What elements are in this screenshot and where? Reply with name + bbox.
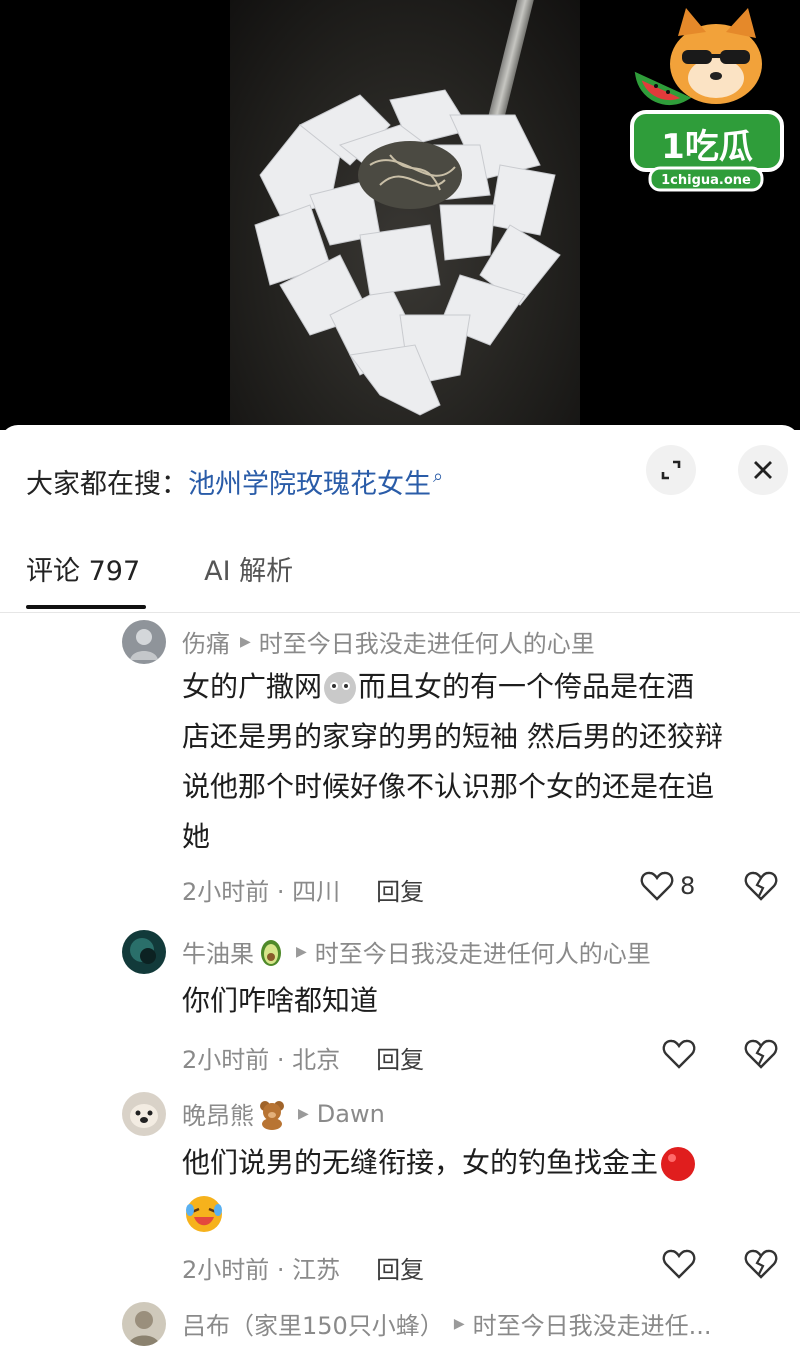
reply-arrow-icon: ▶ [240, 633, 251, 650]
avatar[interactable] [122, 1302, 166, 1346]
logo-site: 1chigua.one [661, 173, 751, 188]
comment-text-line: 店还是男的家穿的男的短袖 然后男的还狡辩 [182, 720, 723, 753]
expand-button[interactable] [646, 445, 696, 495]
emoji-icon [324, 672, 357, 704]
comment-meta: 晚昂熊 ▶ Dawn [182, 1096, 385, 1131]
video-frame [230, 0, 580, 425]
username[interactable]: 晚昂熊 [182, 1096, 254, 1131]
reply-to-user[interactable]: 时至今日我没走进任何人的心里 [259, 624, 595, 659]
comment-text: 女的广撒网 而且女的有一个侉品是在酒 店还是男的家穿的男的短袖 然后男的还狡辩 说… [182, 662, 782, 862]
video-player[interactable]: 1吃瓜 1chigua.one [0, 0, 800, 430]
expand-icon [661, 460, 681, 480]
broken-heart-icon [744, 1249, 778, 1279]
close-icon [754, 461, 772, 479]
search-term-link[interactable]: 池州学院玫瑰花女生 [188, 462, 431, 501]
reply-arrow-icon: ▶ [298, 1105, 309, 1122]
avatar[interactable] [122, 620, 166, 664]
username[interactable]: 吕布（家里150只小蜂） [182, 1306, 444, 1341]
comment-text: 你们咋啥都知道 [182, 984, 379, 1017]
comment-footer: 2小时前 · 江苏 回复 [182, 1250, 424, 1285]
red-heart-emoji-icon [661, 1147, 696, 1181]
teddy-bear-emoji-icon [260, 1100, 284, 1130]
reply-button[interactable]: 回复 [376, 1250, 424, 1285]
watermark-logo: 1吃瓜 1chigua.one [628, 6, 788, 196]
timestamp-location: 2小时前 · 江苏 [182, 1256, 341, 1284]
reply-to-user[interactable]: 时至今日我没走进任何人的心里 [315, 934, 651, 969]
comment-footer: 2小时前 · 四川 回复 [182, 872, 424, 907]
divider [0, 612, 800, 613]
dislike-button[interactable] [744, 870, 778, 906]
comment-meta: 吕布（家里150只小蜂） ▶ 时至今日我没走进任... [182, 1306, 711, 1341]
tab-bar: 评论 797 AI 解析 [26, 549, 357, 588]
heart-icon [662, 1039, 696, 1069]
paper-bouquet-image [254, 89, 561, 416]
comment-footer: 2小时前 · 北京 回复 [182, 1040, 424, 1075]
timestamp-location: 2小时前 · 四川 [182, 878, 341, 906]
heart-icon [640, 871, 674, 901]
like-button[interactable]: 8 [640, 870, 695, 902]
comment-text-line: 而且女的有一个侉品是在酒 [358, 670, 695, 703]
like-count: 8 [680, 872, 696, 900]
dislike-button[interactable] [744, 1248, 778, 1284]
username[interactable]: 牛油果 [182, 934, 254, 969]
avatar[interactable] [122, 1092, 166, 1136]
tab-comments[interactable]: 评论 797 [26, 549, 140, 588]
reply-to-user[interactable]: Dawn [317, 1100, 385, 1128]
dislike-button[interactable] [744, 1038, 778, 1074]
logo-text: 1吃瓜 [661, 127, 753, 167]
broken-heart-icon [744, 1039, 778, 1069]
comment-text-line: 女的广撒网 [182, 670, 323, 703]
reply-button[interactable]: 回复 [376, 1040, 424, 1075]
comment-text-line: 他们说男的无缝衔接，女的钓鱼找金主 [182, 1146, 659, 1179]
comment-text-line: 说他那个时候好像不认识那个女的还是在追 [182, 770, 715, 803]
broken-heart-icon [744, 871, 778, 901]
username[interactable]: 伤痛 [182, 624, 230, 659]
reply-arrow-icon: ▶ [296, 943, 307, 960]
reply-to-user[interactable]: 时至今日我没走进任... [473, 1306, 712, 1341]
heart-icon [662, 1249, 696, 1279]
tab-ai-analysis[interactable]: AI 解析 [204, 549, 293, 588]
avocado-emoji-icon [261, 939, 281, 966]
search-icon: ⌕ [433, 465, 444, 487]
reply-button[interactable]: 回复 [376, 872, 424, 907]
close-button[interactable] [738, 445, 788, 495]
like-button[interactable] [662, 1248, 696, 1280]
comment-text: 他们说男的无缝衔接，女的钓鱼找金主 [182, 1138, 782, 1238]
comment-meta: 伤痛 ▶ 时至今日我没走进任何人的心里 [182, 624, 595, 659]
comment-meta: 牛油果 ▶ 时至今日我没走进任何人的心里 [182, 934, 651, 969]
timestamp-location: 2小时前 · 北京 [182, 1046, 341, 1074]
search-suggestion[interactable]: 大家都在搜： 池州学院玫瑰花女生 ⌕ [26, 461, 443, 501]
like-button[interactable] [662, 1038, 696, 1070]
laughing-emoji-icon [186, 1196, 222, 1232]
avatar[interactable] [122, 930, 166, 974]
search-prefix: 大家都在搜： [26, 468, 188, 500]
active-tab-indicator [26, 605, 146, 609]
comment-text-line: 她 [182, 820, 211, 853]
reply-arrow-icon: ▶ [453, 1315, 465, 1332]
comment-panel: 大家都在搜： 池州学院玫瑰花女生 ⌕ 评论 797 AI 解析 伤痛 ▶ 时至今… [0, 425, 800, 1346]
